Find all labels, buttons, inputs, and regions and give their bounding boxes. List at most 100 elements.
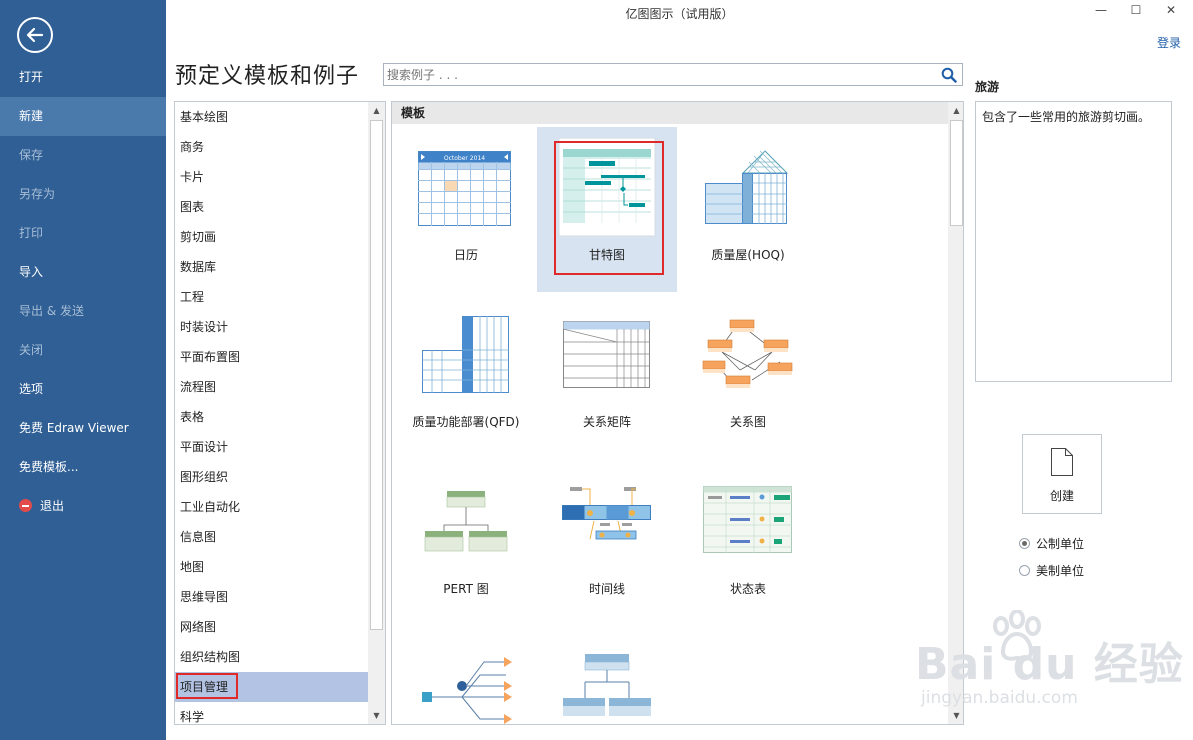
page-title: 预定义模板和例子 — [175, 64, 360, 89]
relation-diagram-thumbnail-icon — [702, 319, 793, 388]
relation-matrix-thumbnail-icon — [562, 321, 650, 388]
nav-item-export-send[interactable]: 导出 & 发送 — [0, 292, 166, 331]
pert-thumbnail-icon — [424, 491, 508, 552]
scroll-down-arrow-icon[interactable]: ▼ — [368, 707, 385, 724]
template-card-relation-diagram[interactable]: 关系图 — [678, 294, 818, 459]
category-item[interactable]: 时装设计 — [175, 312, 368, 342]
search-box — [383, 63, 963, 86]
template-label: 关系矩阵 — [582, 415, 631, 429]
template-card-tree[interactable] — [396, 628, 536, 724]
maximize-button[interactable]: ☐ — [1121, 0, 1151, 22]
category-item[interactable]: 科学 — [175, 702, 368, 724]
category-item[interactable]: 平面设计 — [175, 432, 368, 462]
category-item[interactable]: 流程图 — [175, 372, 368, 402]
hoq-thumbnail-icon — [705, 150, 789, 224]
scroll-thumb[interactable] — [370, 120, 383, 630]
watermark-brand: Bai du 经验 — [915, 639, 1184, 690]
template-card-qfd[interactable]: 质量功能部署(QFD) — [396, 294, 536, 459]
category-item[interactable]: 数据库 — [175, 252, 368, 282]
template-label: PERT 图 — [443, 582, 489, 596]
close-button[interactable]: ✕ — [1156, 0, 1186, 22]
category-item[interactable]: 图形组织 — [175, 462, 368, 492]
template-card-status-table[interactable]: 状态表 — [678, 461, 818, 626]
watermark-url: jingyan.baidu.com — [921, 688, 1078, 708]
highlight-box — [554, 141, 664, 275]
category-item[interactable]: 思维导图 — [175, 582, 368, 612]
template-label: 关系图 — [729, 415, 766, 429]
category-item[interactable]: 剪切画 — [175, 222, 368, 252]
category-item[interactable]: 商务 — [175, 132, 368, 162]
unit-label: 公制单位 — [1036, 537, 1085, 551]
template-card-pert[interactable]: PERT 图 — [396, 461, 536, 626]
backstage-nav: 打开 新建 保存 另存为 打印 导入 导出 & 发送 关闭 选项 免费 Edra… — [0, 0, 166, 740]
category-item[interactable]: 工程 — [175, 282, 368, 312]
nav-item-options[interactable]: 选项 — [0, 370, 166, 409]
highlight-box — [176, 673, 238, 699]
radio-checked-icon — [1019, 538, 1030, 549]
template-card-org[interactable] — [537, 628, 677, 724]
category-list: 基本绘图 商务 卡片 图表 剪切画 数据库 工程 时装设计 平面布置图 流程图 … — [174, 101, 386, 725]
radio-unchecked-icon — [1019, 565, 1030, 576]
scroll-up-arrow-icon[interactable]: ▲ — [368, 102, 385, 119]
scroll-up-arrow-icon[interactable]: ▲ — [948, 102, 963, 119]
nav-item-save[interactable]: 保存 — [0, 136, 166, 175]
create-label: 创建 — [1049, 489, 1074, 503]
category-item[interactable]: 卡片 — [175, 162, 368, 192]
category-item[interactable]: 图表 — [175, 192, 368, 222]
category-item[interactable]: 组织结构图 — [175, 642, 368, 672]
category-item[interactable]: 信息图 — [175, 522, 368, 552]
category-item[interactable]: 地图 — [175, 552, 368, 582]
template-card-hoq[interactable]: 质量屋(HOQ) — [678, 127, 818, 292]
template-card-timeline[interactable]: 时间线 — [537, 461, 677, 626]
template-card-relation-matrix[interactable]: 关系矩阵 — [537, 294, 677, 459]
back-arrow-icon — [26, 27, 44, 43]
template-card-calendar[interactable]: October 2014 日历 — [396, 127, 536, 292]
template-label: 质量功能部署(QFD) — [412, 415, 520, 429]
nav-item-print[interactable]: 打印 — [0, 214, 166, 253]
template-label: 时间线 — [588, 582, 625, 596]
nav-item-free-templates[interactable]: 免费模板... — [0, 448, 166, 487]
search-input[interactable] — [384, 64, 929, 86]
timeline-thumbnail-icon — [562, 487, 651, 540]
category-item[interactable]: 表格 — [175, 402, 368, 432]
category-item[interactable]: 工业自动化 — [175, 492, 368, 522]
search-icon[interactable] — [941, 67, 957, 83]
category-item[interactable]: 平面布置图 — [175, 342, 368, 372]
baidu-watermark: Bai du 经验 jingyan.baidu.com — [915, 608, 1185, 718]
login-link[interactable]: 登录 — [1157, 34, 1181, 51]
category-scrollbar[interactable]: ▲ ▼ — [368, 102, 385, 724]
template-label: 质量屋(HOQ) — [711, 248, 785, 262]
category-item[interactable]: 网络图 — [175, 612, 368, 642]
tree-thumbnail-icon — [422, 657, 512, 724]
scroll-thumb[interactable] — [950, 120, 963, 226]
calendar-thumbnail-icon: October 2014 — [418, 151, 511, 226]
unit-label: 美制单位 — [1036, 564, 1085, 578]
nav-item-import[interactable]: 导入 — [0, 253, 166, 292]
template-label: 状态表 — [729, 582, 766, 596]
nav-item-new[interactable]: 新建 — [0, 97, 166, 136]
calendar-month-label: October 2014 — [444, 155, 485, 162]
template-section-header: 模板 — [392, 102, 948, 124]
unit-radio-us[interactable]: 美制单位 — [1019, 562, 1084, 579]
nav-item-open[interactable]: 打开 — [0, 58, 166, 97]
status-table-thumbnail-icon — [703, 486, 792, 553]
nav-item-save-as[interactable]: 另存为 — [0, 175, 166, 214]
create-button[interactable]: 创建 — [1022, 434, 1102, 514]
template-label: 日历 — [453, 248, 478, 262]
window-title: 亿图图示（试用版） — [625, 7, 734, 21]
qfd-thumbnail-icon — [422, 316, 509, 393]
nav-item-exit-label: 退出 — [40, 499, 65, 513]
nav-item-exit[interactable]: 退出 — [0, 487, 166, 526]
preview-title: 旅游 — [975, 80, 1000, 94]
nav-item-free-viewer[interactable]: 免费 Edraw Viewer — [0, 409, 166, 448]
preview-description: 包含了一些常用的旅游剪切画。 — [975, 101, 1172, 382]
nav-item-close[interactable]: 关闭 — [0, 331, 166, 370]
back-button[interactable] — [17, 17, 53, 53]
minimize-button[interactable]: — — [1086, 0, 1116, 22]
unit-radio-metric[interactable]: 公制单位 — [1019, 535, 1084, 552]
template-gallery: 模板 October 2014 日历 甘特图 质量屋(HOQ) 质量功能部署(Q… — [391, 101, 964, 725]
app-window: 打开 新建 保存 另存为 打印 导入 导出 & 发送 关闭 选项 免费 Edra… — [0, 0, 1193, 740]
exit-icon — [19, 499, 32, 512]
category-item[interactable]: 基本绘图 — [175, 102, 368, 132]
new-document-icon — [1051, 448, 1073, 476]
